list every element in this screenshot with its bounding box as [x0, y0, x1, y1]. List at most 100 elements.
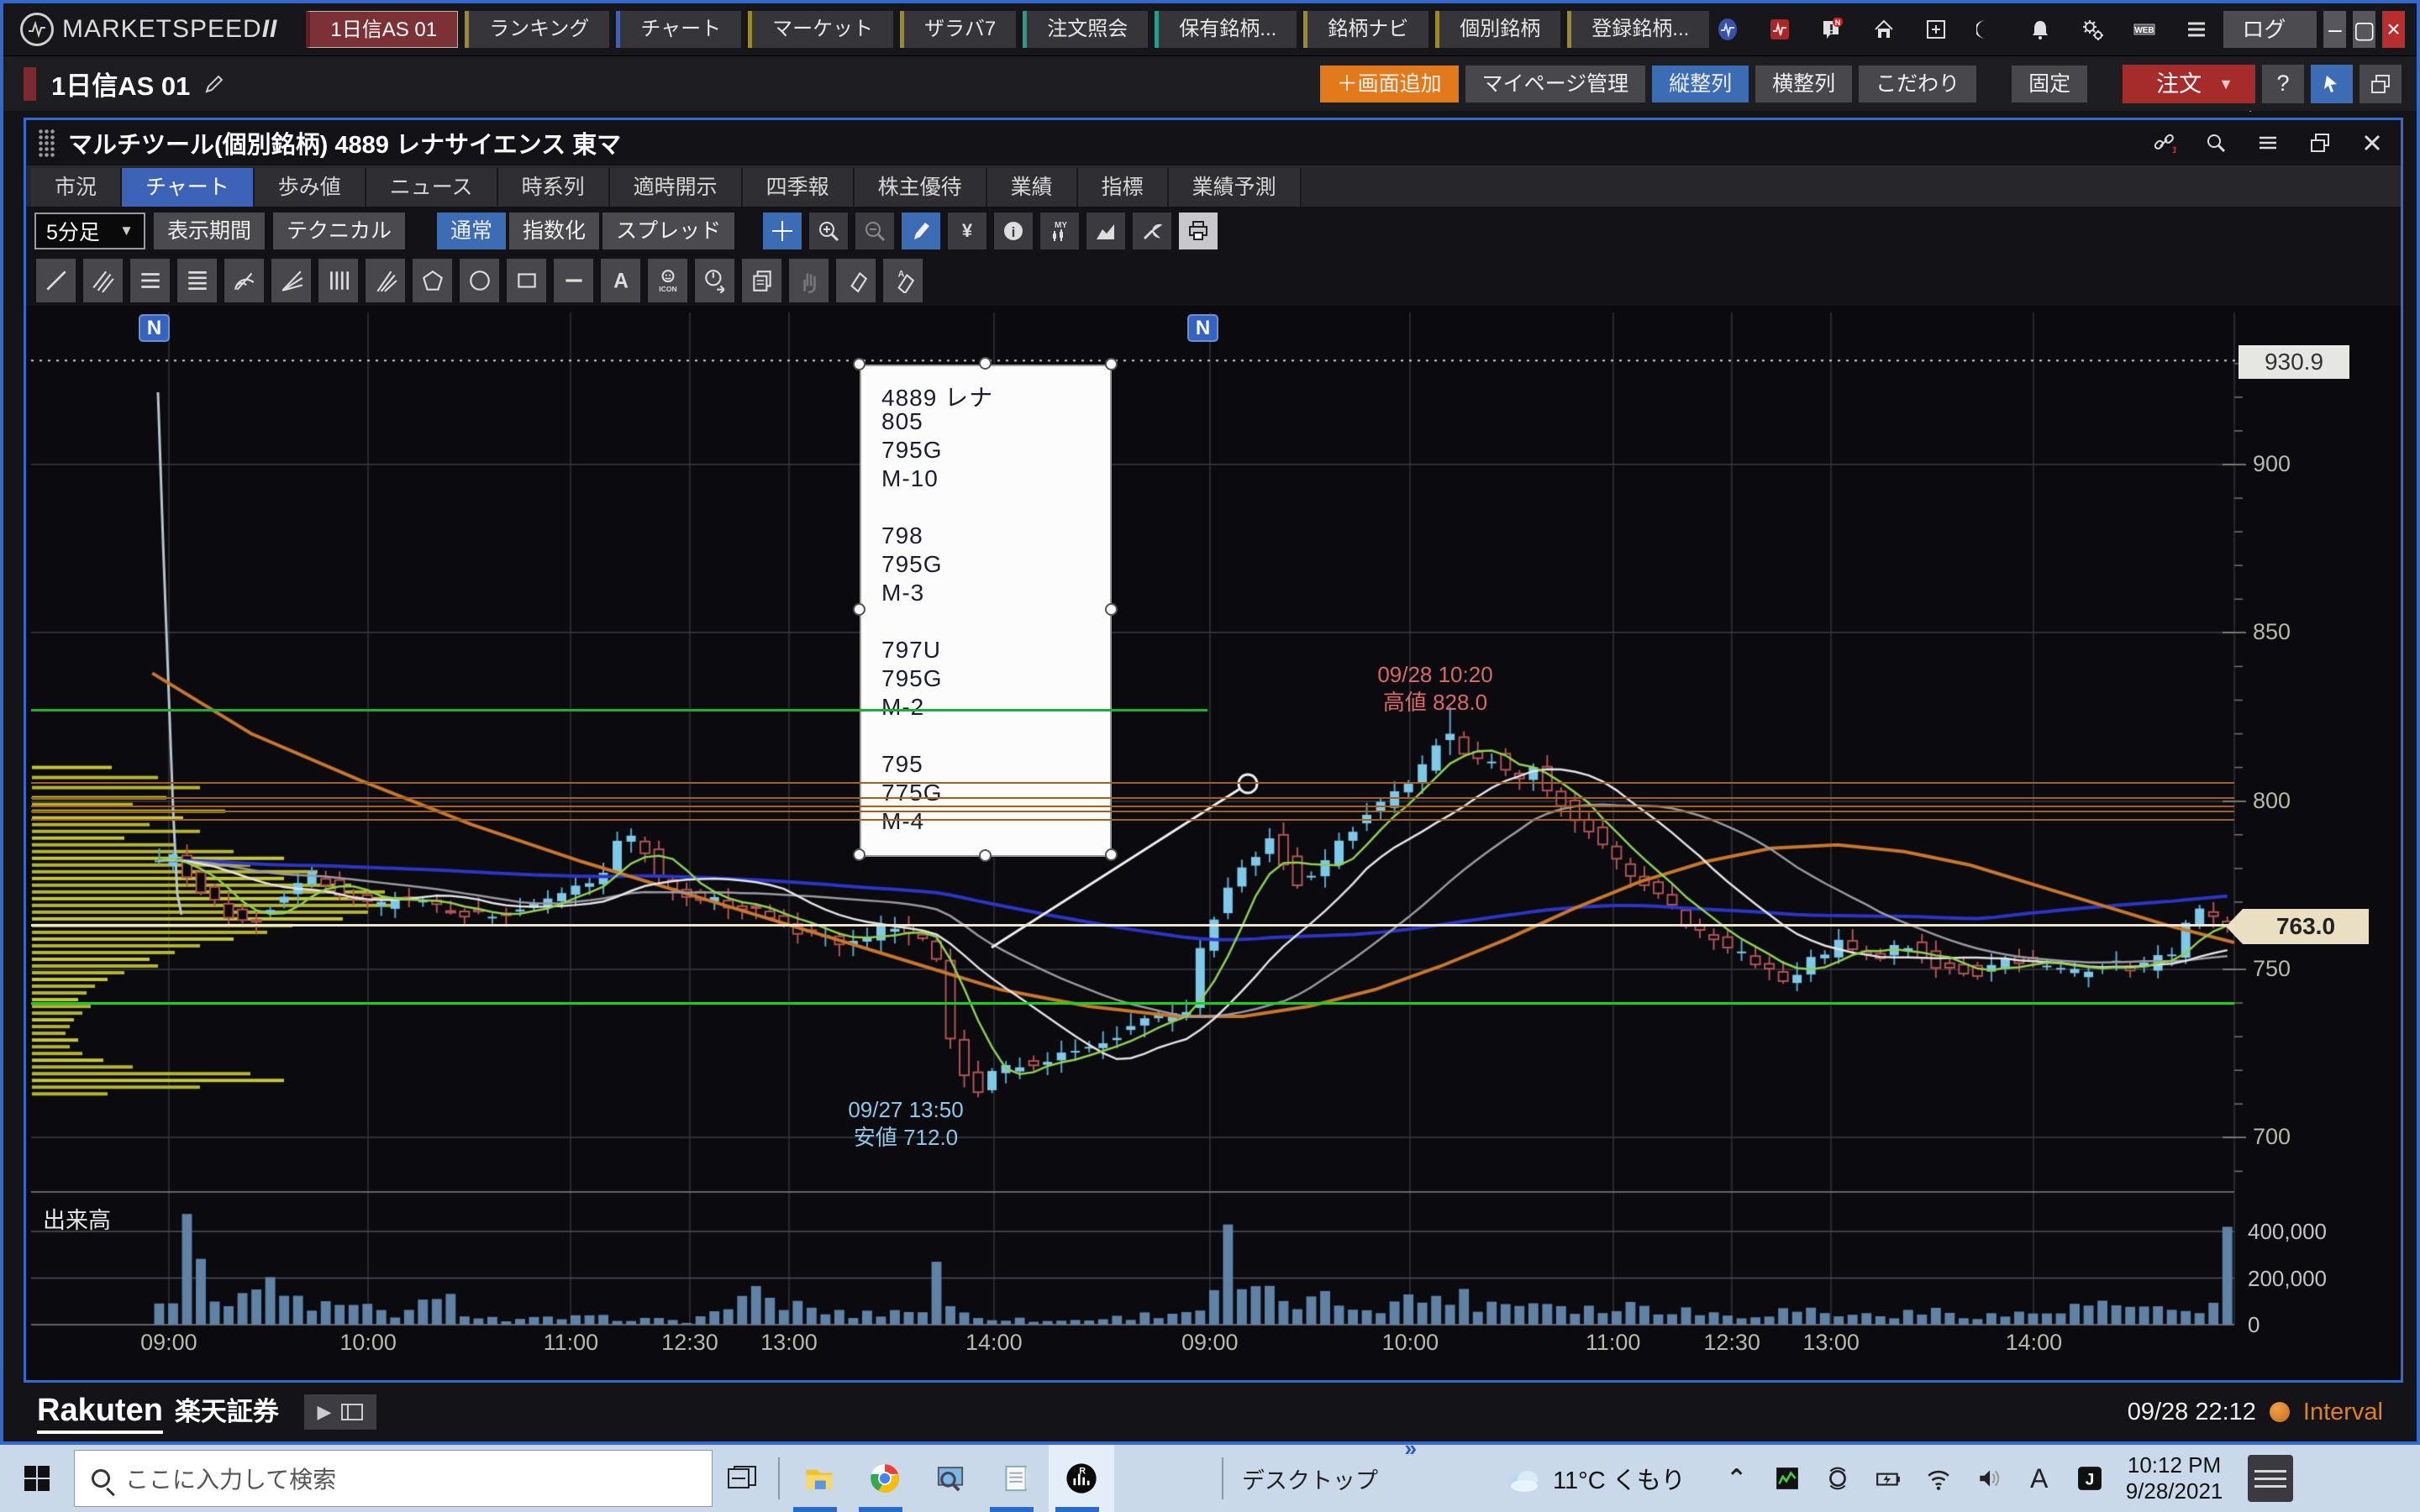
rectangle-icon[interactable]	[507, 259, 546, 302]
help-button[interactable]: ?	[2262, 65, 2304, 103]
drawn-horizontal-line-827[interactable]	[31, 709, 1207, 711]
drawn-horizontal-line-797[interactable]	[31, 811, 2234, 812]
pentagon-icon[interactable]	[413, 259, 452, 302]
top-tab-ザラバ7[interactable]: ザラバ7	[900, 11, 1016, 48]
top-tab-銘柄ナビ[interactable]: 銘柄ナビ	[1303, 11, 1428, 48]
desktop-toolbar[interactable]: デスクトップ »	[1215, 1457, 1378, 1499]
drawn-horizontal-line-798.5[interactable]	[31, 806, 2234, 807]
fan-lines-icon[interactable]	[271, 259, 311, 302]
pulse-red-icon[interactable]	[1761, 11, 1798, 48]
yen-icon[interactable]: ¥	[948, 213, 986, 249]
workspace-button-横整列[interactable]: 横整列	[1755, 66, 1852, 102]
home-icon[interactable]	[1865, 11, 1902, 48]
chart-tab-適時開示[interactable]: 適時開示	[610, 168, 743, 207]
period-select[interactable]: 5分足▼	[34, 213, 145, 249]
taskbar-clock[interactable]: 10:12 PM 9/28/2021	[2126, 1452, 2223, 1504]
workspace-button-縦整列[interactable]: 縦整列	[1652, 66, 1749, 102]
mode-button-スプレッド[interactable]: スプレッド	[602, 213, 734, 249]
workspace-button-マイページ管理[interactable]: マイページ管理	[1465, 66, 1646, 102]
start-button[interactable]	[0, 1445, 74, 1512]
taskbar-search-input[interactable]: ここに入力して検索	[74, 1450, 713, 1507]
gears-icon[interactable]	[2074, 11, 2111, 48]
toolbar-expand-chevron[interactable]: »	[1405, 1436, 1417, 1462]
ime-a-icon[interactable]: A	[2025, 1460, 2054, 1497]
notification-center-button[interactable]	[2248, 1455, 2293, 1502]
top-tab-注文照会[interactable]: 注文照会	[1023, 11, 1148, 48]
icon-stamp-icon[interactable]: ICON	[648, 259, 687, 302]
logout-button[interactable]: ログアウト	[2223, 11, 2317, 48]
chart-tab-ニュース[interactable]: ニュース	[366, 168, 498, 207]
time-cycle-icon[interactable]	[695, 259, 734, 302]
layout-windows-button[interactable]	[2360, 65, 2402, 103]
task-view-button[interactable]	[713, 1445, 771, 1512]
copy-window-icon[interactable]	[2303, 126, 2337, 160]
workspace-button-＋画面追加[interactable]: ＋画面追加	[1320, 66, 1459, 102]
workspace-button-こだわり[interactable]: こだわり	[1859, 66, 1976, 102]
eraser-all-icon[interactable]: A	[883, 259, 923, 302]
copy-icon[interactable]	[742, 259, 781, 302]
chart-tab-指標[interactable]: 指標	[1078, 168, 1169, 207]
close-button[interactable]: ×	[2382, 11, 2405, 48]
minimize-button[interactable]: –	[2323, 11, 2346, 48]
pitchfork-icon[interactable]	[366, 259, 405, 302]
chart-window-titlebar[interactable]: マルチツール(個別銘柄) 4889 レナサイエンス 東マ 1	[26, 120, 2401, 165]
top-tab-マーケット[interactable]: マーケット	[748, 11, 893, 48]
ellipse-icon[interactable]	[460, 259, 499, 302]
taskbar-app-marketspeed[interactable]: R	[1049, 1445, 1114, 1512]
chart-canvas[interactable]	[26, 309, 2401, 1381]
top-tab-登録銘柄...[interactable]: 登録銘柄...	[1567, 11, 1709, 48]
vlines-icon[interactable]	[318, 259, 358, 302]
fib-arcs-icon[interactable]	[224, 259, 264, 302]
pencil-icon[interactable]	[902, 213, 940, 249]
chart-tab-市況[interactable]: 市況	[31, 168, 122, 207]
moon-icon[interactable]	[1970, 11, 2007, 48]
hidden-icons-chevron-icon[interactable]: ⌃	[1723, 1460, 1751, 1497]
drawn-horizontal-line-801[interactable]	[31, 797, 2234, 799]
workspace-button-固定[interactable]: 固定	[2012, 66, 2087, 102]
taskbar-app-file-explorer[interactable]	[786, 1445, 852, 1512]
ime-j-icon[interactable]: J	[2075, 1460, 2104, 1497]
hlines-3-icon[interactable]	[130, 259, 170, 302]
taskbar-app-notepad[interactable]	[983, 1445, 1049, 1512]
link-icon[interactable]: 1	[2147, 126, 2181, 160]
mode-button-指数化[interactable]: 指数化	[509, 213, 599, 249]
toolbar-handle[interactable]	[1222, 1457, 1223, 1499]
drawn-horizontal-line-763[interactable]	[31, 924, 2234, 927]
pulse-blue-icon[interactable]	[1709, 11, 1746, 48]
desktop-label[interactable]: デスクトップ	[1242, 1462, 1378, 1495]
top-tab-1日信AS 01[interactable]: 1日信AS 01	[306, 11, 458, 48]
parallel-lines-icon[interactable]	[83, 259, 123, 302]
order-button[interactable]: 注文▼	[2123, 65, 2255, 103]
hlines-4-icon[interactable]	[177, 259, 217, 302]
wrench-icon[interactable]	[1133, 213, 1171, 249]
drawn-horizontal-line-740[interactable]	[31, 1002, 2234, 1005]
taskbar-app-screen-tool[interactable]	[918, 1445, 983, 1512]
volume-icon[interactable]	[1975, 1460, 2003, 1497]
zoom-in-icon[interactable]	[809, 213, 848, 249]
edit-title-icon[interactable]	[203, 73, 225, 95]
chart-tab-業績予測[interactable]: 業績予測	[1169, 168, 1302, 207]
trendline-icon[interactable]	[36, 259, 76, 302]
chart-tab-業績[interactable]: 業績	[987, 168, 1078, 207]
menu-icon[interactable]	[2251, 126, 2285, 160]
chart-tab-時系列[interactable]: 時系列	[498, 168, 610, 207]
info-icon[interactable]: i	[994, 213, 1033, 249]
web-icon[interactable]: WEB	[2126, 11, 2163, 48]
my-indicator-icon[interactable]: MY	[1040, 213, 1079, 249]
weather-widget[interactable]: 11°C くもり	[1504, 1461, 1686, 1496]
taskbar-app-chrome[interactable]	[852, 1445, 918, 1512]
top-tab-個別銘柄[interactable]: 個別銘柄	[1435, 11, 1560, 48]
top-tab-チャート[interactable]: チャート	[616, 11, 741, 48]
chart-tab-四季報[interactable]: 四季報	[743, 168, 855, 207]
hdash-icon[interactable]	[554, 259, 593, 302]
chart-tab-歩み値[interactable]: 歩み値	[255, 168, 366, 207]
news-bubble-icon[interactable]: N	[1813, 11, 1850, 48]
printer-icon[interactable]	[1179, 213, 1218, 249]
support-pointer-button[interactable]	[2311, 65, 2353, 103]
maximize-button[interactable]: ▢	[2353, 11, 2375, 48]
menu-icon[interactable]	[2178, 11, 2215, 48]
close-icon[interactable]	[2355, 126, 2389, 160]
drag-grip-icon[interactable]	[38, 129, 56, 157]
battery-icon[interactable]	[1874, 1460, 1902, 1497]
crosshair-icon[interactable]	[763, 213, 802, 249]
